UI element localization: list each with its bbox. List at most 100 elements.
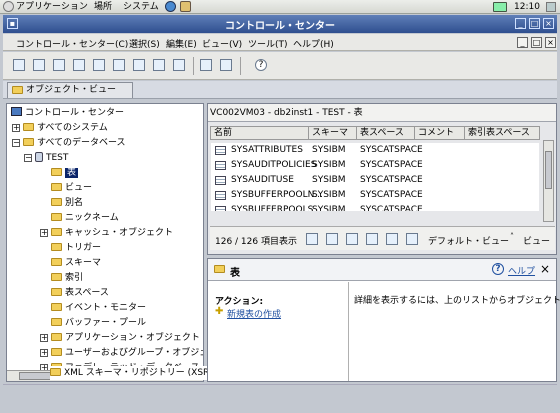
column-header-name[interactable]: 名前 bbox=[211, 127, 309, 139]
menu-tools[interactable]: ツール(T) bbox=[248, 37, 288, 50]
window-title: コントロール・センター bbox=[225, 21, 335, 32]
mail-icon[interactable] bbox=[180, 1, 191, 12]
tree-item-control-center[interactable]: コントロール・センター bbox=[11, 106, 124, 120]
tree-item-event-monitors[interactable]: イベント・モニター bbox=[51, 301, 146, 315]
toolbar: ? bbox=[3, 52, 557, 80]
command-editor-icon[interactable] bbox=[73, 59, 85, 71]
applications-menu[interactable]: アプリケーション bbox=[16, 1, 88, 13]
expand-icon[interactable]: + bbox=[12, 124, 20, 132]
tree-item-aliases[interactable]: 別名 bbox=[51, 196, 83, 210]
column-header-comment[interactable]: コメント bbox=[415, 127, 465, 139]
tree-item-application-objects[interactable]: アプリケーション・オブジェクト bbox=[51, 331, 200, 345]
tree-item-nicknames[interactable]: ニックネーム bbox=[51, 211, 119, 225]
expand-icon[interactable]: + bbox=[40, 229, 48, 237]
instances-icon[interactable] bbox=[33, 59, 45, 71]
object-view-bar: オブジェクト・ビュー bbox=[3, 81, 557, 99]
object-tree[interactable]: コントロール・センター + すべてのシステム − すべてのデータベース − TE… bbox=[6, 103, 204, 382]
table-row[interactable]: SYSBUFFERPOOLN... SYSIBM SYSCATSPACE bbox=[211, 188, 539, 203]
menu-view[interactable]: ビュー(V) bbox=[202, 37, 242, 50]
inner-minimize-icon[interactable]: _ bbox=[517, 37, 528, 48]
table-icon bbox=[215, 161, 226, 170]
health-center-icon[interactable] bbox=[113, 59, 125, 71]
details-hint: 詳細を表示するには、上のリストからオブジェクトを選 bbox=[354, 296, 560, 306]
close-icon[interactable]: × bbox=[540, 262, 550, 276]
sort-icon[interactable] bbox=[306, 233, 318, 245]
inner-close-icon[interactable]: × bbox=[545, 37, 556, 48]
help-icon[interactable]: ? bbox=[255, 59, 267, 71]
table-status-bar: 126 / 126 項目表示 デフォルト・ビュー ˄ ビュー bbox=[210, 226, 555, 250]
column-header-row: 名前 スキーマ 表スペース コメント 索引表スペース bbox=[210, 126, 540, 140]
clock[interactable]: 12:10 bbox=[514, 1, 540, 13]
tree-item-tables[interactable]: 表 bbox=[51, 166, 79, 180]
scrollbar-thumb[interactable] bbox=[545, 151, 552, 189]
table-row[interactable]: SYSAUDITUSE SYSIBM SYSCATSPACE bbox=[211, 173, 539, 188]
table-row[interactable]: SYSATTRIBUTES SYSIBM SYSCATSPACE bbox=[211, 143, 539, 158]
folder-icon bbox=[51, 288, 62, 296]
folder-icon bbox=[23, 123, 34, 131]
add-icon: ✚ bbox=[215, 306, 224, 317]
tree-item-indexes[interactable]: 索引 bbox=[51, 271, 83, 285]
menu-select[interactable]: 選択(S) bbox=[129, 37, 160, 50]
systems-icon[interactable] bbox=[13, 59, 25, 71]
tools-settings-icon[interactable] bbox=[173, 59, 185, 71]
workspace-icon[interactable] bbox=[546, 2, 556, 12]
column-header-schema[interactable]: スキーマ bbox=[309, 127, 357, 139]
select-all-icon[interactable] bbox=[386, 233, 398, 245]
tree-item-xml-schema-repository[interactable]: XML スキーマ・リポジトリー (XSR bbox=[50, 366, 210, 380]
tree-item-all-systems[interactable]: すべてのシステム bbox=[23, 121, 108, 135]
default-view-button[interactable]: デフォルト・ビュー bbox=[428, 234, 509, 247]
folder-icon bbox=[23, 138, 34, 146]
tab-object-view[interactable]: オブジェクト・ビュー bbox=[7, 82, 133, 98]
control-center-icon bbox=[11, 107, 22, 116]
folder-icon bbox=[51, 258, 62, 266]
journal-icon[interactable] bbox=[133, 59, 145, 71]
places-menu[interactable]: 場所 bbox=[94, 1, 112, 13]
collapse-icon[interactable]: − bbox=[12, 139, 20, 147]
help-link[interactable]: ヘルプ bbox=[508, 264, 535, 277]
deselect-all-icon[interactable] bbox=[406, 233, 418, 245]
folder-icon bbox=[51, 318, 62, 326]
maximize-icon[interactable]: □ bbox=[529, 18, 540, 29]
expand-icon[interactable]: + bbox=[40, 334, 48, 342]
item-count: 126 / 126 項目表示 bbox=[215, 237, 297, 247]
find-icon[interactable] bbox=[366, 233, 378, 245]
list-icon[interactable] bbox=[220, 59, 232, 71]
tree-item-all-databases[interactable]: すべてのデータベース bbox=[23, 136, 126, 150]
contents-header: VC002VM03 - db2inst1 - TEST - 表 bbox=[208, 104, 556, 122]
table-row[interactable]: SYSAUDITPOLICIES SYSIBM SYSCATSPACE bbox=[211, 158, 539, 173]
column-header-index-tablespace[interactable]: 索引表スペース bbox=[465, 127, 541, 139]
browser-icon[interactable] bbox=[165, 1, 176, 12]
menu-control-center[interactable]: コントロール・センター(C) bbox=[16, 37, 128, 50]
help-icon[interactable]: ? bbox=[492, 263, 504, 275]
databases-icon[interactable] bbox=[53, 59, 65, 71]
menu-help[interactable]: ヘルプ(H) bbox=[293, 37, 334, 50]
license-center-icon[interactable] bbox=[153, 59, 165, 71]
tree-item-tablespaces[interactable]: 表スペース bbox=[51, 286, 109, 300]
tab-object-view-label: オブジェクト・ビュー bbox=[26, 85, 117, 95]
close-icon[interactable]: × bbox=[543, 18, 554, 29]
table-vertical-scrollbar[interactable] bbox=[543, 140, 554, 222]
inner-maximize-icon[interactable]: □ bbox=[531, 37, 542, 48]
tree-item-database-test[interactable]: TEST bbox=[35, 151, 68, 165]
view-button[interactable]: ビュー bbox=[523, 234, 550, 247]
collapse-icon[interactable]: − bbox=[24, 154, 32, 162]
create-new-table-link[interactable]: 新規表の作成 bbox=[227, 307, 281, 320]
tree-item-buffer-pools[interactable]: バッファー・プール bbox=[51, 316, 146, 330]
customize-columns-icon[interactable] bbox=[346, 233, 358, 245]
tree-item-schemas[interactable]: スキーマ bbox=[51, 256, 101, 270]
view-icon[interactable] bbox=[200, 59, 212, 71]
minimize-icon[interactable]: _ bbox=[515, 18, 526, 29]
expand-icon[interactable]: + bbox=[40, 349, 48, 357]
column-header-tablespace[interactable]: 表スペース bbox=[357, 127, 415, 139]
tree-item-cache-objects[interactable]: キャッシュ・オブジェクト bbox=[51, 226, 173, 240]
table-row[interactable]: SYSBUFFERPOOLS SYSIBM SYSCATSPACE bbox=[211, 203, 539, 211]
menu-edit[interactable]: 編集(E) bbox=[166, 37, 197, 50]
tree-item-user-group-objects[interactable]: ユーザーおよびグループ・オブジェ bbox=[51, 346, 203, 360]
system-menu[interactable]: システム bbox=[123, 1, 159, 13]
tree-item-views[interactable]: ビュー bbox=[51, 181, 92, 195]
tree-item-triggers[interactable]: トリガー bbox=[51, 241, 101, 255]
filter-icon[interactable] bbox=[326, 233, 338, 245]
open-folder-icon bbox=[51, 168, 62, 176]
chevron-up-icon[interactable]: ˄ bbox=[510, 232, 514, 241]
task-center-icon[interactable] bbox=[93, 59, 105, 71]
